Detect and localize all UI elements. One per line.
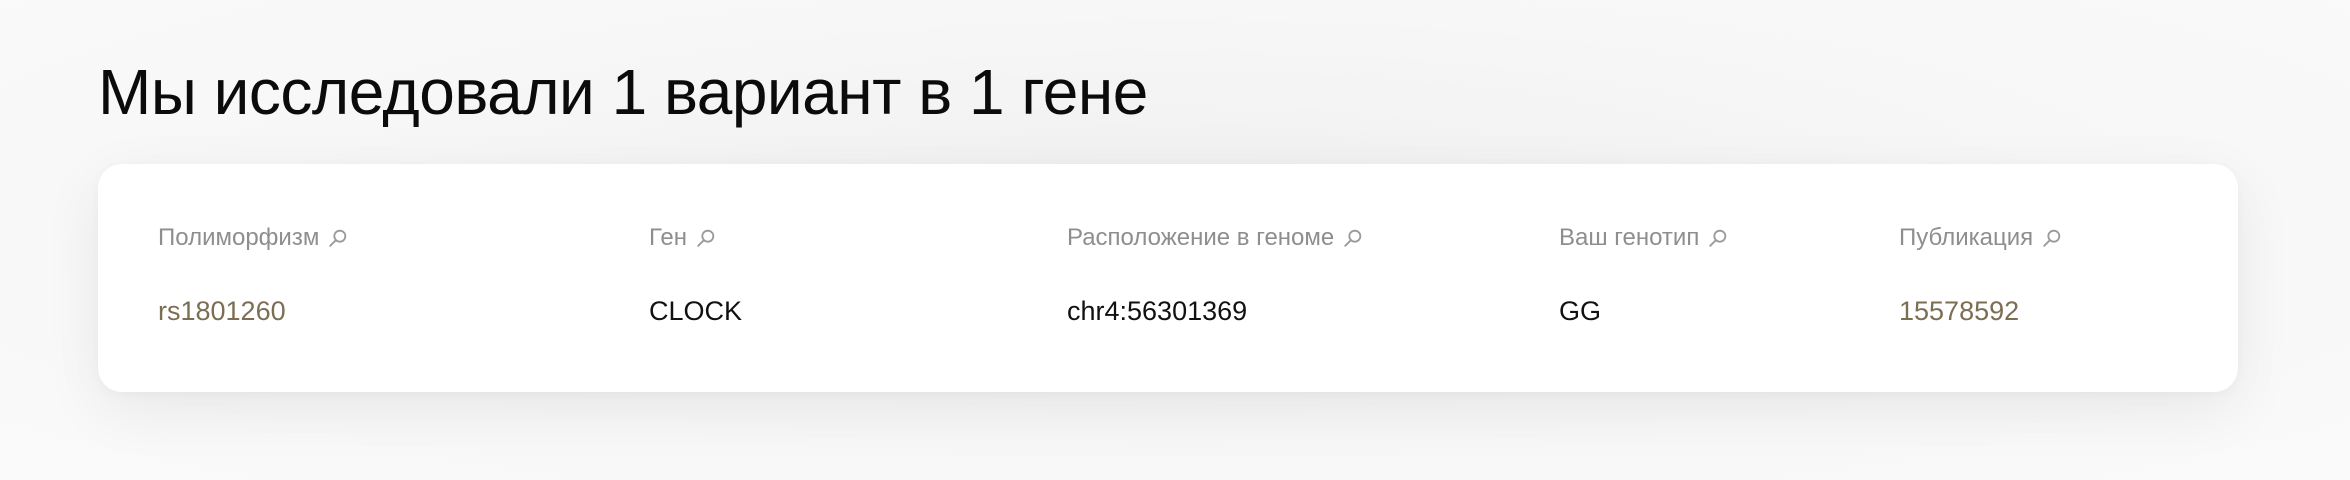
column-header-label: Полиморфизм — [158, 224, 320, 251]
search-icon[interactable] — [1342, 227, 1364, 249]
column-header-location[interactable]: Расположение в геноме — [1067, 224, 1364, 252]
column-header-label: Расположение в геноме — [1067, 224, 1335, 251]
search-icon[interactable] — [1707, 227, 1729, 249]
publication-link[interactable]: 15578592 — [1899, 296, 2019, 327]
column-header-label: Публикация — [1899, 224, 2034, 251]
column-header-polymorphism[interactable]: Полиморфизм — [158, 224, 349, 252]
column-header-gene[interactable]: Ген — [649, 224, 717, 252]
page: Мы исследовали 1 вариант в 1 гене Полимо… — [0, 0, 2350, 480]
variants-table-card: Полиморфизм rs1801260 Ген CLOCK Располож… — [98, 164, 2238, 392]
column-header-genotype[interactable]: Ваш генотип — [1559, 224, 1729, 252]
gene-value: CLOCK — [649, 296, 743, 326]
column-header-label: Ваш генотип — [1559, 224, 1700, 251]
column-header-publication[interactable]: Публикация — [1899, 224, 2063, 252]
search-icon[interactable] — [695, 227, 717, 249]
search-icon[interactable] — [2041, 227, 2063, 249]
search-icon[interactable] — [327, 227, 349, 249]
column-header-label: Ген — [649, 224, 687, 251]
genotype-value: GG — [1559, 296, 1602, 326]
location-value: chr4:56301369 — [1067, 296, 1248, 326]
page-title: Мы исследовали 1 вариант в 1 гене — [98, 56, 1148, 128]
polymorphism-link[interactable]: rs1801260 — [158, 296, 286, 327]
